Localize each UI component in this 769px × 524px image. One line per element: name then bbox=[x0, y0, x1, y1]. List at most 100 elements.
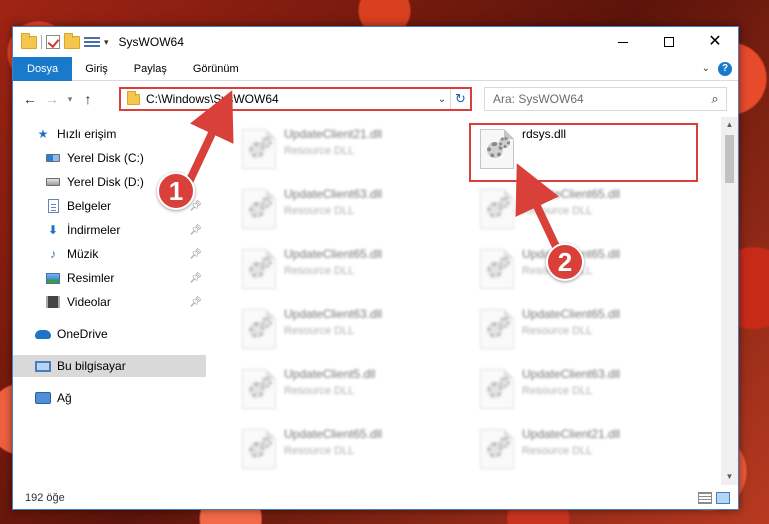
file-item[interactable]: UpdateClient63.dll Resource DLL bbox=[232, 183, 462, 241]
file-type: Resource DLL bbox=[284, 145, 355, 157]
drive-icon bbox=[45, 175, 61, 189]
status-bar: 192 öğe bbox=[13, 487, 738, 509]
music-icon: ♪ bbox=[50, 247, 56, 261]
search-box[interactable]: Ara: SysWOW64 ⌕ bbox=[484, 87, 727, 111]
pin-icon: 📌︎ bbox=[189, 272, 202, 284]
sidebar-item-this-pc[interactable]: Bu bilgisayar bbox=[13, 355, 206, 377]
sidebar-item-network[interactable]: Ağ bbox=[13, 387, 206, 409]
customize-toolbar-arrow-icon[interactable]: ▾ bbox=[104, 37, 109, 48]
expand-ribbon-chevron-icon[interactable]: ⌄ bbox=[702, 63, 710, 74]
new-folder-icon[interactable] bbox=[64, 32, 80, 49]
file-item[interactable]: UpdateClient65.dll Resource DLL bbox=[232, 243, 462, 301]
address-path[interactable]: C:\Windows\SysWOW64 bbox=[146, 92, 434, 106]
file-item[interactable]: UpdateClient65.dllResource DLL bbox=[470, 243, 700, 301]
callout-one: 1 bbox=[157, 172, 195, 210]
pin-icon: 📌︎ bbox=[189, 224, 202, 236]
properties-check-icon[interactable] bbox=[46, 35, 60, 49]
pin-icon: 📌︎ bbox=[189, 248, 202, 260]
dll-file-icon bbox=[242, 309, 276, 349]
recent-locations-icon[interactable]: ▾ bbox=[63, 94, 77, 105]
title-bar: ▾ SysWOW64 ✕ bbox=[13, 27, 738, 57]
file-item[interactable]: UpdateClient63.dll Resource DLL bbox=[470, 363, 700, 421]
dll-file-icon bbox=[242, 189, 276, 229]
ribbon-tabs: Dosya Giriş Paylaş Görünüm ⌄ ? bbox=[13, 56, 738, 81]
file-type: Resource DLL bbox=[284, 445, 355, 457]
file-type: Resource DLL bbox=[284, 385, 355, 397]
file-type: Resource DLL bbox=[522, 325, 593, 337]
tab-paylas[interactable]: Paylaş bbox=[121, 57, 180, 81]
dll-file-icon bbox=[480, 189, 514, 229]
tiles-view-icon[interactable] bbox=[716, 492, 730, 504]
file-name: UpdateClient63.dll bbox=[284, 307, 383, 321]
sidebar-item-label: Yerel Disk (D:) bbox=[67, 175, 144, 189]
file-type: Resource DLL bbox=[522, 445, 593, 457]
rdsys-highlight-box bbox=[469, 123, 698, 182]
sidebar-item-local-disk-c[interactable]: Yerel Disk (C:) bbox=[13, 147, 206, 169]
vertical-scrollbar[interactable]: ▲ ▼ bbox=[721, 117, 738, 485]
sidebar-item-pictures[interactable]: Resimler 📌︎ bbox=[13, 267, 206, 289]
scroll-thumb[interactable] bbox=[725, 135, 734, 183]
file-name: UpdateClient5.dll bbox=[284, 367, 376, 381]
file-type: Resource DLL bbox=[522, 385, 593, 397]
file-item[interactable]: UpdateClient21.dll Resource DLL bbox=[470, 423, 700, 479]
navigation-bar: ← → ▾ ↑ C:\Windows\SysWOW64 ⌄ ↻ Ara: Sys… bbox=[13, 83, 738, 115]
star-icon: ★ bbox=[37, 127, 49, 141]
sidebar-item-onedrive[interactable]: OneDrive bbox=[13, 323, 206, 345]
sidebar-item-music[interactable]: ♪ Müzik 📌︎ bbox=[13, 243, 206, 265]
refresh-button[interactable]: ↻ bbox=[450, 89, 470, 109]
tab-giris[interactable]: Giriş bbox=[72, 57, 121, 81]
file-item[interactable]: UpdateClient65.dllResource DLL bbox=[470, 303, 700, 361]
file-name: UpdateClient63.dll bbox=[284, 187, 383, 201]
close-icon: ✕ bbox=[708, 33, 722, 50]
file-type: Resource DLL bbox=[284, 265, 355, 277]
file-type: Resource DLL bbox=[522, 205, 593, 217]
search-icon[interactable]: ⌕ bbox=[704, 91, 726, 107]
sidebar-item-downloads[interactable]: ⬇ İndirmeler 📌︎ bbox=[13, 219, 206, 241]
file-name: UpdateClient65.dll bbox=[284, 427, 383, 441]
item-count: 192 öğe bbox=[25, 492, 65, 504]
back-button[interactable]: ← bbox=[19, 91, 41, 107]
sidebar-item-label: Videolar bbox=[67, 295, 111, 309]
sidebar-item-label: Hızlı erişim bbox=[57, 127, 117, 141]
sidebar-item-label: Yerel Disk (C:) bbox=[67, 151, 144, 165]
minimize-button[interactable] bbox=[600, 27, 646, 57]
file-item[interactable]: UpdateClient5.dll Resource DLL bbox=[232, 363, 462, 421]
address-dropdown-icon[interactable]: ⌄ bbox=[434, 94, 450, 105]
file-name: UpdateClient65.dll bbox=[284, 247, 383, 261]
maximize-button[interactable] bbox=[646, 27, 692, 57]
file-name: UpdateClient21.dll bbox=[522, 427, 621, 441]
dll-file-icon bbox=[242, 249, 276, 289]
sidebar-item-label: Bu bilgisayar bbox=[57, 359, 126, 373]
file-name: UpdateClient21.dll bbox=[284, 127, 383, 141]
help-icon[interactable]: ? bbox=[718, 61, 732, 76]
ribbon-right: ⌄ ? bbox=[702, 61, 738, 76]
sidebar-item-label: Ağ bbox=[57, 391, 72, 405]
close-button[interactable]: ✕ bbox=[692, 27, 738, 57]
properties-icon[interactable] bbox=[84, 35, 100, 49]
sidebar-item-quick-access[interactable]: ★ Hızlı erişim bbox=[13, 123, 206, 145]
forward-button[interactable]: → bbox=[41, 91, 63, 107]
view-buttons bbox=[698, 492, 738, 504]
drive-icon bbox=[45, 151, 61, 165]
sidebar-item-label: Resimler bbox=[67, 271, 115, 285]
sidebar-item-label: OneDrive bbox=[57, 327, 108, 341]
address-bar[interactable]: C:\Windows\SysWOW64 ⌄ ↻ bbox=[119, 87, 472, 111]
sidebar-item-videos[interactable]: Videolar 📌︎ bbox=[13, 291, 206, 313]
tab-dosya[interactable]: Dosya bbox=[13, 56, 73, 81]
file-item[interactable]: UpdateClient65.dllResource DLL bbox=[470, 183, 700, 241]
documents-icon bbox=[45, 199, 61, 213]
scroll-down-arrow-icon[interactable]: ▼ bbox=[721, 469, 738, 485]
dll-file-icon bbox=[480, 309, 514, 349]
search-input[interactable]: Ara: SysWOW64 bbox=[493, 92, 704, 106]
up-button[interactable]: ↑ bbox=[77, 91, 99, 107]
file-item[interactable]: UpdateClient63.dll Resource DLL bbox=[232, 303, 462, 361]
file-item[interactable]: UpdateClient65.dll Resource DLL bbox=[232, 423, 462, 479]
pin-icon: 📌︎ bbox=[189, 296, 202, 308]
dll-file-icon bbox=[242, 369, 276, 409]
file-item[interactable]: UpdateClient21.dll Resource DLL bbox=[232, 123, 462, 181]
network-icon bbox=[35, 391, 51, 405]
details-view-icon[interactable] bbox=[698, 492, 712, 504]
folder-icon bbox=[21, 32, 37, 49]
tab-gorunum[interactable]: Görünüm bbox=[180, 57, 252, 81]
scroll-up-arrow-icon[interactable]: ▲ bbox=[721, 117, 738, 133]
